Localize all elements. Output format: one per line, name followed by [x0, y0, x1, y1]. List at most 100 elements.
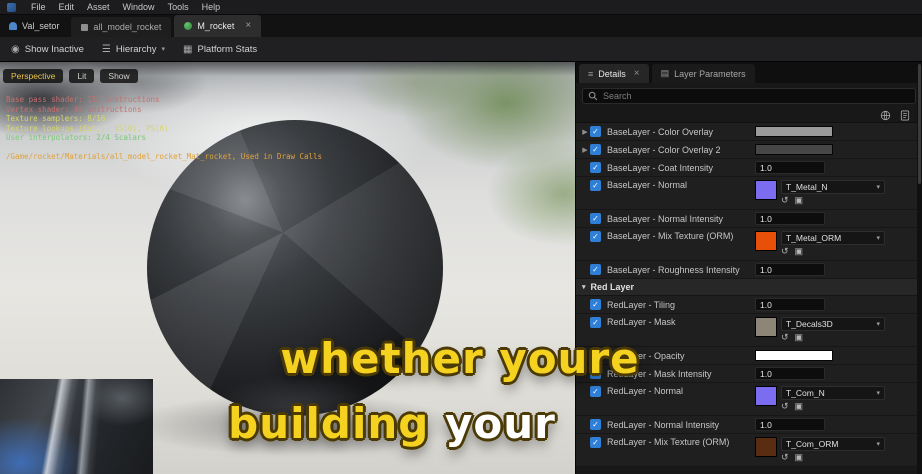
- browse-icon[interactable]: ▣: [795, 401, 804, 411]
- tab-all_model_rocket[interactable]: all_model_rocket: [71, 17, 172, 37]
- copy-icon[interactable]: [900, 110, 910, 121]
- texture-dropdown[interactable]: T_Metal_ORM ▾: [781, 231, 885, 245]
- close-icon[interactable]: ×: [634, 68, 640, 79]
- menu-help[interactable]: Help: [202, 2, 221, 12]
- toolbar-button-label: Hierarchy: [115, 43, 157, 55]
- color-swatch[interactable]: [755, 144, 833, 155]
- param-checkbox[interactable]: ✓: [590, 299, 601, 310]
- number-field[interactable]: 1.0: [755, 263, 825, 276]
- browse-icon[interactable]: ▣: [795, 452, 804, 462]
- param-row[interactable]: ▶ ✓ BaseLayer - Color Overlay: [576, 123, 917, 141]
- menu-edit[interactable]: Edit: [59, 2, 75, 12]
- param-value: 1.0: [755, 161, 915, 174]
- viewport-perspective-button[interactable]: Perspective: [3, 69, 64, 83]
- viewport-lit-button[interactable]: Lit: [69, 69, 95, 83]
- menu-file[interactable]: File: [31, 2, 46, 12]
- browse-icon[interactable]: ▣: [795, 195, 804, 205]
- app-chip[interactable]: Val_setor: [0, 15, 68, 37]
- param-row[interactable]: ✓ RedLayer - Normal T_Com_N ▾ ↺ ▣: [576, 383, 917, 416]
- tab-M_rocket[interactable]: M_rocket ×: [174, 15, 262, 37]
- param-checkbox[interactable]: ✓: [590, 317, 601, 328]
- number-field[interactable]: 1.0: [755, 161, 825, 174]
- toolbar-platform-stats[interactable]: ▦ Platform Stats: [183, 44, 257, 55]
- reset-icon[interactable]: ↺: [781, 246, 789, 256]
- search-input[interactable]: [603, 91, 910, 101]
- param-checkbox[interactable]: ✓: [590, 231, 601, 242]
- param-checkbox[interactable]: ✓: [590, 264, 601, 275]
- search-bar[interactable]: [582, 88, 916, 104]
- app-chip-label: Val_setor: [22, 21, 60, 31]
- texture-widget: T_Decals3D ▾ ↺ ▣: [755, 317, 885, 342]
- param-value: T_Metal_ORM ▾ ↺ ▣: [755, 231, 915, 256]
- number-field[interactable]: 1.0: [755, 418, 825, 431]
- panel-scrollbar[interactable]: [917, 62, 922, 474]
- param-row[interactable]: ✓ BaseLayer - Normal T_Metal_N ▾ ↺ ▣: [576, 177, 917, 210]
- caret-down-icon: ▾: [876, 321, 880, 328]
- param-checkbox[interactable]: ✓: [590, 386, 601, 397]
- param-value: 1.0: [755, 418, 915, 431]
- browse-icon[interactable]: ▣: [795, 332, 804, 342]
- menu-tools[interactable]: Tools: [168, 2, 189, 12]
- texture-dropdown[interactable]: T_Metal_N ▾: [781, 180, 885, 194]
- panel-tab-layer-parameters[interactable]: ▤ Layer Parameters: [651, 64, 755, 83]
- toolbar-hierarchy[interactable]: ☰ Hierarchy ▾: [102, 44, 165, 55]
- texture-dropdown[interactable]: T_Com_ORM ▾: [781, 437, 885, 451]
- param-value: 1.0: [755, 298, 915, 311]
- reset-icon[interactable]: ↺: [781, 452, 789, 462]
- param-checkbox[interactable]: ✓: [590, 126, 601, 137]
- texture-thumbnail[interactable]: [755, 317, 777, 337]
- expander-icon[interactable]: ▶: [580, 128, 590, 136]
- texture-name: T_Metal_N: [786, 182, 828, 192]
- param-checkbox[interactable]: ✓: [590, 162, 601, 173]
- param-row[interactable]: ▶ ✓ BaseLayer - Color Overlay 2: [576, 141, 917, 159]
- panel-tab-details[interactable]: ≡ Details ×: [579, 64, 649, 83]
- sliders-icon: ≡: [588, 68, 594, 79]
- scrollbar-thumb[interactable]: [918, 64, 921, 184]
- color-swatch[interactable]: [755, 126, 833, 137]
- texture-dropdown[interactable]: T_Com_N ▾: [781, 386, 885, 400]
- texture-widget: T_Metal_N ▾ ↺ ▣: [755, 180, 885, 205]
- sphere-icon: [184, 22, 193, 30]
- asset-tabs: all_model_rocket M_rocket ×: [68, 15, 262, 37]
- reset-icon[interactable]: ↺: [781, 195, 789, 205]
- param-checkbox[interactable]: ✓: [590, 419, 601, 430]
- param-value: T_Decals3D ▾ ↺ ▣: [755, 317, 915, 342]
- menu-window[interactable]: Window: [123, 2, 155, 12]
- param-row[interactable]: ✓ RedLayer - Mix Texture (ORM) T_Com_ORM ▾ ↺…: [576, 434, 917, 467]
- asset-icon: [81, 23, 89, 31]
- param-row[interactable]: ✓ BaseLayer - Coat Intensity 1.0: [576, 159, 917, 177]
- texture-thumbnail[interactable]: [755, 180, 777, 200]
- param-checkbox[interactable]: ✓: [590, 437, 601, 448]
- browse-icon[interactable]: ▣: [795, 246, 804, 256]
- param-checkbox[interactable]: ✓: [590, 144, 601, 155]
- eye-icon: ◉: [11, 43, 20, 55]
- param-label: BaseLayer - Color Overlay: [607, 126, 714, 137]
- texture-thumbnail[interactable]: [755, 437, 777, 457]
- texture-thumbnail[interactable]: [755, 231, 777, 251]
- param-label: BaseLayer - Roughness Intensity: [607, 264, 740, 275]
- param-row[interactable]: ✓ RedLayer - Normal Intensity 1.0: [576, 416, 917, 434]
- texture-dropdown[interactable]: T_Decals3D ▾: [781, 317, 885, 331]
- param-row[interactable]: ✓ BaseLayer - Normal Intensity 1.0: [576, 210, 917, 228]
- reset-icon[interactable]: ↺: [781, 332, 789, 342]
- reset-icon[interactable]: ↺: [781, 401, 789, 411]
- globe-icon[interactable]: [880, 110, 891, 121]
- menu-asset[interactable]: Asset: [87, 2, 110, 12]
- pip-video: [0, 379, 153, 474]
- param-row[interactable]: ✓ BaseLayer - Roughness Intensity 1.0: [576, 261, 917, 279]
- viewport-show-button[interactable]: Show: [100, 69, 138, 83]
- number-field[interactable]: 1.0: [755, 367, 825, 380]
- texture-thumbnail[interactable]: [755, 386, 777, 406]
- param-checkbox[interactable]: ✓: [590, 180, 601, 191]
- param-row[interactable]: ✓ BaseLayer - Mix Texture (ORM) T_Metal_OR…: [576, 228, 917, 261]
- app-logo-icon: [7, 2, 16, 12]
- number-field[interactable]: 1.0: [755, 212, 825, 225]
- param-checkbox[interactable]: ✓: [590, 213, 601, 224]
- number-field[interactable]: 1.0: [755, 298, 825, 311]
- color-swatch[interactable]: [755, 350, 833, 361]
- param-row[interactable]: ✓ RedLayer - Tiling 1.0: [576, 296, 917, 314]
- param-section[interactable]: ▾ Red Layer: [576, 279, 917, 296]
- toolbar-show-inactive[interactable]: ◉ Show Inactive: [11, 44, 84, 55]
- close-icon[interactable]: ×: [245, 21, 251, 31]
- expander-icon[interactable]: ▶: [580, 146, 590, 154]
